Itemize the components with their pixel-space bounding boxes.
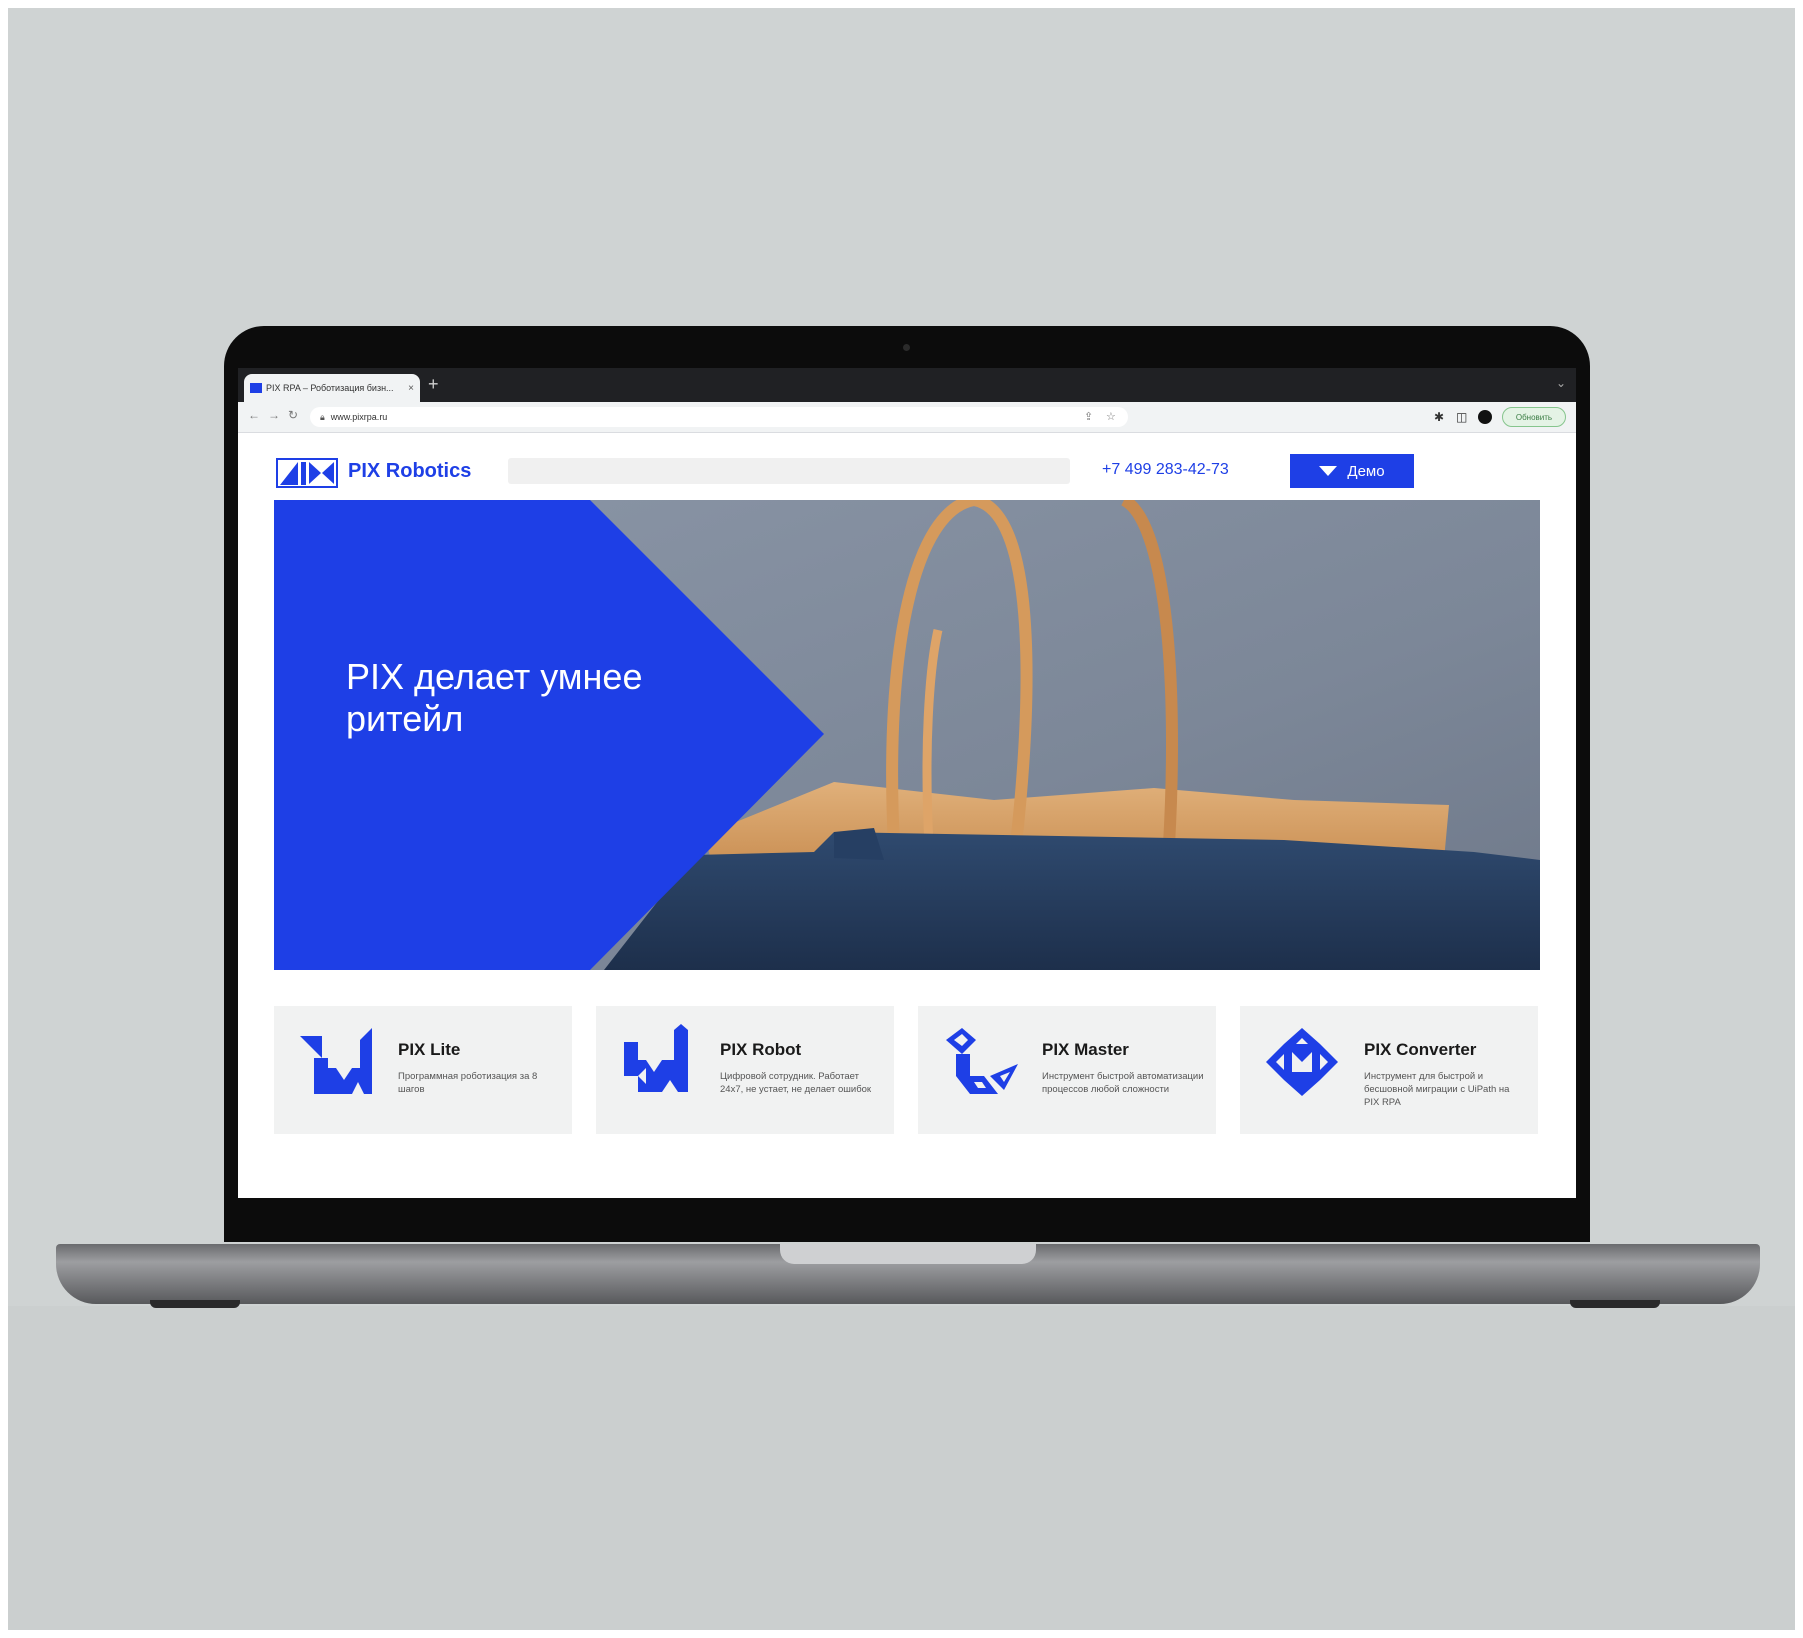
product-title: PIX Robot [720, 1040, 802, 1059]
pix-logo-icon[interactable] [276, 458, 338, 488]
close-icon[interactable]: × [408, 383, 414, 394]
favicon-icon [250, 383, 262, 393]
browser-tab-bar: PIX RPA – Роботизация бизн... × + ⌄ [238, 368, 1576, 402]
hero-banner: PIX делает умнее ритейл [274, 500, 1540, 970]
sidebar-icon[interactable]: ◫ [1456, 410, 1467, 424]
laptop-foot-right [1570, 1300, 1660, 1308]
profile-avatar[interactable] [1478, 410, 1492, 424]
product-card-pix-master[interactable]: PIX Master Инструмент быстрой автоматиза… [918, 1006, 1216, 1134]
laptop-base [56, 1244, 1760, 1304]
pix-converter-icon [1266, 1028, 1338, 1096]
laptop-screen: PIX RPA – Роботизация бизн... × + ⌄ ← → … [238, 368, 1576, 1198]
url-text: www.pixrpa.ru [330, 412, 388, 422]
product-description: Инструмент для быстрой и бесшовной мигра… [1364, 1071, 1510, 1108]
laptop-notch [780, 1244, 1036, 1264]
pix-master-icon [946, 1028, 1018, 1094]
demo-button-label: Демо [1347, 462, 1385, 480]
search-input[interactable] [508, 458, 1070, 484]
camera-icon [903, 344, 910, 351]
browser-toolbar: ← → ↻ 🔒︎ www.pixrpa.ru ⇪ ☆ ✱ ◫ Обновить [238, 402, 1576, 433]
share-icon[interactable]: ⇪ [1084, 410, 1093, 423]
product-description: Цифровой сотрудник. Работает 24x7, не ус… [720, 1071, 872, 1095]
product-description: Программная роботизация за 8 шагов [398, 1071, 538, 1095]
demo-button[interactable]: Демо [1290, 454, 1414, 488]
address-bar[interactable]: 🔒︎ www.pixrpa.ru ⇪ ☆ [310, 407, 1128, 427]
product-description: Инструмент быстрой автоматизации процесс… [1042, 1071, 1204, 1095]
star-icon[interactable]: ☆ [1106, 410, 1116, 423]
laptop-lid: PIX RPA – Роботизация бизн... × + ⌄ ← → … [224, 326, 1590, 1242]
logo-text[interactable]: PIX Robotics [348, 460, 471, 483]
new-tab-button[interactable]: + [428, 374, 439, 394]
product-card-pix-robot[interactable]: PIX Robot Цифровой сотрудник. Работает 2… [596, 1006, 894, 1134]
backdrop-floor [0, 1306, 1803, 1638]
update-button[interactable]: Обновить [1502, 407, 1566, 427]
pix-lite-icon [300, 1028, 372, 1094]
tab-title: PIX RPA – Роботизация бизн... [266, 383, 394, 393]
product-card-pix-lite[interactable]: PIX Lite Программная роботизация за 8 ша… [274, 1006, 572, 1134]
arrow-down-icon [1319, 466, 1338, 476]
reload-icon[interactable]: ↻ [288, 408, 298, 422]
product-card-pix-converter[interactable]: PIX Converter Инструмент для быстрой и б… [1240, 1006, 1538, 1134]
laptop-foot-left [150, 1300, 240, 1308]
extensions-icon[interactable]: ✱ [1434, 410, 1444, 424]
forward-icon[interactable]: → [268, 408, 280, 422]
hero-title: PIX делает умнее ритейл [346, 656, 643, 739]
pix-robot-icon [624, 1024, 688, 1092]
browser-tab[interactable]: PIX RPA – Роботизация бизн... × [244, 374, 420, 402]
product-title: PIX Converter [1364, 1040, 1477, 1059]
back-icon[interactable]: ← [248, 408, 260, 422]
product-title: PIX Lite [398, 1040, 461, 1059]
phone-link[interactable]: +7 499 283-42-73 [1102, 461, 1229, 479]
product-title: PIX Master [1042, 1040, 1129, 1059]
chevron-down-icon[interactable]: ⌄ [1556, 376, 1566, 390]
lock-icon: 🔒︎ [320, 411, 325, 422]
